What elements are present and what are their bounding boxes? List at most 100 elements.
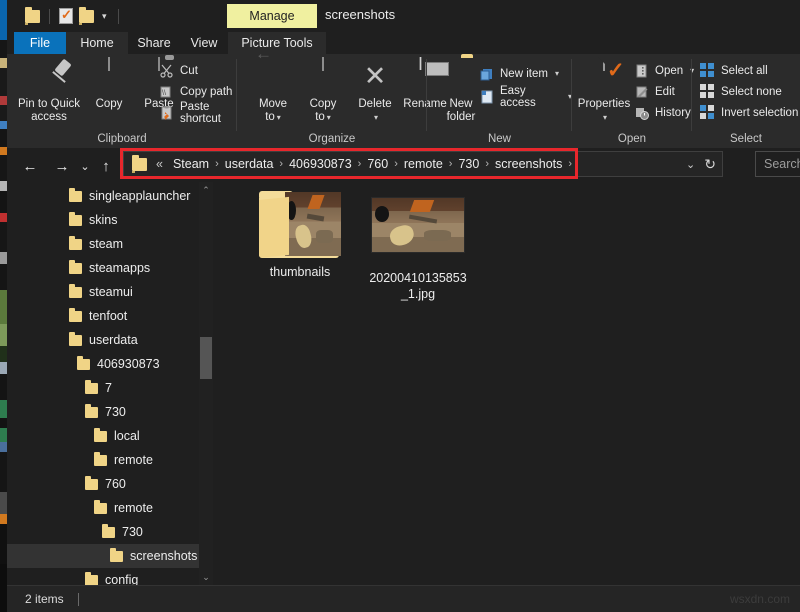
- file-item-20200410135853_1-jpg[interactable]: 20200410135853 _1.jpg: [353, 192, 483, 302]
- cut-button[interactable]: Cut: [159, 61, 198, 80]
- tree-item-userdata[interactable]: userdata: [7, 328, 203, 352]
- properties-label: Properties: [578, 98, 630, 110]
- folder-with-preview-icon: [259, 192, 341, 258]
- breadcrumb-sep-6[interactable]: ›: [567, 158, 573, 170]
- recent-locations-button[interactable]: ⌄: [77, 156, 93, 176]
- address-bar-actions: ⌄ ↻: [686, 152, 716, 176]
- search-input[interactable]: Search scre: [755, 151, 800, 177]
- tree-item-remote-a[interactable]: remote: [7, 448, 203, 472]
- properties-button[interactable]: Properties ▾: [574, 58, 634, 124]
- tree-item-steam[interactable]: steam: [7, 232, 203, 256]
- new-item-icon: [479, 66, 495, 82]
- pin-icon: [15, 58, 83, 96]
- chevron-down-icon[interactable]: ▾: [100, 12, 109, 21]
- up-button[interactable]: ↑: [95, 156, 117, 176]
- select-none-button[interactable]: Select none: [700, 82, 782, 101]
- file-list-pane[interactable]: thumbnails 20200410135853 _1.jpg: [213, 182, 800, 585]
- tree-item-label: remote: [114, 501, 153, 515]
- ribbon: Pin to Quick access Copy Paste Cut \\: [7, 54, 800, 148]
- folder-icon[interactable]: [25, 10, 40, 23]
- group-label-select: Select: [692, 133, 800, 145]
- ribbon-group-select: Select all Select none Invert selection …: [692, 54, 800, 148]
- paste-shortcut-button[interactable]: Paste shortcut: [159, 103, 237, 122]
- tree-item-730-a[interactable]: 730: [7, 400, 203, 424]
- tree-item-steamapps[interactable]: steamapps: [7, 256, 203, 280]
- ribbon-group-organize: Move to▾ Copy to▾ ✕ Delete ▾ Rename Orga…: [237, 54, 427, 148]
- file-item-label-line1: 20200410135853: [353, 270, 483, 286]
- folder-icon: [102, 527, 115, 538]
- breadcrumb-item-userdata[interactable]: userdata: [220, 157, 279, 171]
- breadcrumb-item-760[interactable]: 760: [362, 157, 393, 171]
- refresh-icon[interactable]: ↻: [704, 156, 716, 173]
- edit-button[interactable]: Edit: [634, 82, 675, 101]
- tree-item-singleapplauncher[interactable]: singleapplauncher: [7, 184, 203, 208]
- select-all-label: Select all: [721, 65, 768, 77]
- edit-pencil-icon: [634, 84, 650, 100]
- tree-item-label: remote: [114, 453, 153, 467]
- tree-item-config[interactable]: config: [7, 568, 203, 585]
- scrollbar-thumb[interactable]: [200, 337, 212, 379]
- copy-button[interactable]: Copy: [85, 58, 133, 111]
- pin-to-quick-access-button[interactable]: Pin to Quick access: [15, 58, 83, 124]
- move-to-button[interactable]: Move to▾: [249, 58, 297, 124]
- tree-item-tenfoot[interactable]: tenfoot: [7, 304, 203, 328]
- tree-item-skins[interactable]: skins: [7, 208, 203, 232]
- tree-item-label: 730: [122, 525, 143, 539]
- tree-item-label: steam: [89, 237, 123, 251]
- folder-icon: [85, 383, 98, 394]
- tab-picture-tools[interactable]: Picture Tools: [228, 32, 326, 54]
- copy-to-button[interactable]: Copy to▾: [299, 58, 347, 124]
- tree-item-screenshots[interactable]: screenshots: [7, 544, 203, 568]
- scroll-down-icon[interactable]: ⌄: [199, 569, 213, 585]
- address-bar[interactable]: « Steam › userdata › 406930873 › 760 › r…: [123, 151, 723, 177]
- pin-label-line2: access: [31, 111, 67, 123]
- tree-item-406930873[interactable]: 406930873: [7, 352, 203, 376]
- tab-file[interactable]: File: [14, 32, 66, 54]
- breadcrumb-item-730[interactable]: 730: [453, 157, 484, 171]
- breadcrumb-root[interactable]: «: [151, 157, 168, 171]
- invert-selection-icon: [700, 105, 716, 121]
- tree-item-760[interactable]: 760: [7, 472, 203, 496]
- back-button[interactable]: ←: [19, 156, 41, 176]
- file-item-thumbnails[interactable]: thumbnails: [235, 192, 365, 280]
- tree-item-7[interactable]: 7: [7, 376, 203, 400]
- copy-path-button[interactable]: \\ Copy path: [159, 82, 232, 101]
- easy-access-button[interactable]: Easy access▾: [479, 87, 572, 106]
- contextual-tab-manage[interactable]: Manage: [227, 4, 317, 28]
- breadcrumb-item-406930873[interactable]: 406930873: [284, 157, 357, 171]
- tree-item-730-b[interactable]: 730: [7, 520, 203, 544]
- new-folder-icon[interactable]: [79, 10, 94, 23]
- tree-item-remote-b[interactable]: remote: [7, 496, 203, 520]
- copy-to-label-line1: Copy: [310, 98, 337, 110]
- breadcrumb-item-screenshots[interactable]: screenshots: [490, 157, 567, 171]
- invert-selection-label: Invert selection: [721, 107, 798, 119]
- chevron-down-icon[interactable]: ⌄: [686, 158, 695, 171]
- select-all-button[interactable]: Select all: [700, 61, 768, 80]
- forward-button[interactable]: →: [51, 156, 73, 176]
- status-bar: 2 items: [7, 585, 800, 612]
- new-item-button[interactable]: New item▾: [479, 64, 559, 83]
- file-explorer-window: ▾ Manage screenshots File Home Share Vie…: [0, 0, 800, 612]
- cut-label: Cut: [180, 65, 198, 77]
- tree-item-label: userdata: [89, 333, 138, 347]
- ribbon-group-new: New folder New item▾ Easy access▾ New: [427, 54, 572, 148]
- history-button[interactable]: History: [634, 103, 691, 122]
- tree-item-local[interactable]: local: [7, 424, 203, 448]
- copy-to-label-line2: to: [315, 111, 325, 123]
- tab-share[interactable]: Share: [128, 32, 180, 54]
- tree-item-steamui[interactable]: steamui: [7, 280, 203, 304]
- navigation-pane-scrollbar[interactable]: ⌃ ⌄: [199, 182, 213, 585]
- folder-icon: [69, 287, 82, 298]
- open-button[interactable]: Open▾: [634, 61, 694, 80]
- delete-button[interactable]: ✕ Delete ▾: [351, 58, 399, 124]
- tree-item-label: steamapps: [89, 261, 150, 275]
- invert-selection-button[interactable]: Invert selection: [700, 103, 798, 122]
- copy-icon: [85, 58, 133, 96]
- folder-icon: [69, 215, 82, 226]
- properties-icon[interactable]: [59, 8, 73, 24]
- tab-home[interactable]: Home: [66, 32, 128, 54]
- breadcrumb-item-remote[interactable]: remote: [399, 157, 448, 171]
- scroll-up-icon[interactable]: ⌃: [199, 182, 213, 198]
- tab-view[interactable]: View: [180, 32, 228, 54]
- breadcrumb-item-steam[interactable]: Steam: [168, 157, 214, 171]
